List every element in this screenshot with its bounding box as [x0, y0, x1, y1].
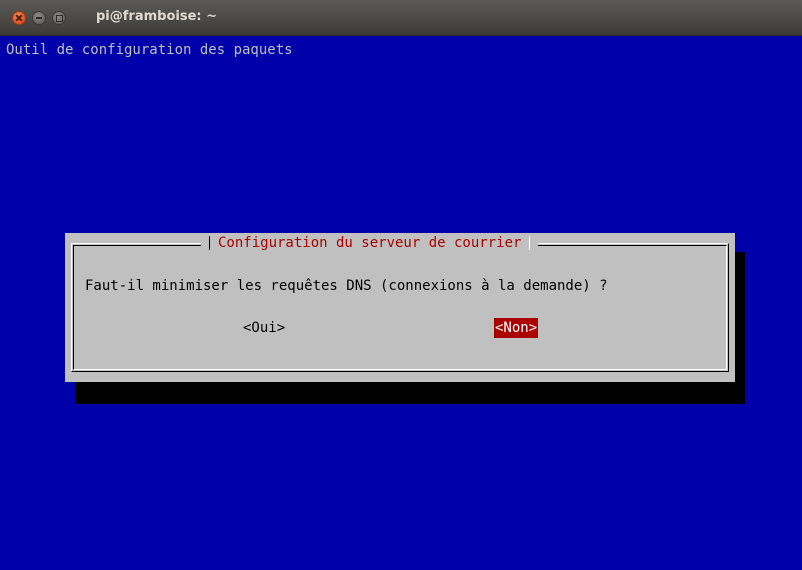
dialog-question: Faut-il minimiser les requêtes DNS (conn… [85, 278, 608, 294]
terminal-window: pi@framboise: ~ Outil de configuration d… [0, 0, 802, 570]
minimize-window-icon[interactable] [32, 11, 46, 25]
maximize-window-icon[interactable] [52, 11, 66, 25]
dialog-frame [71, 243, 729, 372]
close-window-icon[interactable] [12, 11, 26, 25]
dialog-title-bar: Configuration du serveur de courrier [201, 233, 539, 253]
no-button[interactable]: <Non> [494, 318, 539, 338]
dialog-title: Configuration du serveur de courrier [218, 235, 522, 251]
window-title: pi@framboise: ~ [96, 9, 218, 24]
window-titlebar[interactable]: pi@framboise: ~ [0, 0, 802, 36]
backtitle: Outil de configuration des paquets [6, 42, 293, 58]
dialog-box: Configuration du serveur de courrier Fau… [65, 233, 735, 382]
yes-button[interactable]: <Oui> [243, 318, 285, 338]
